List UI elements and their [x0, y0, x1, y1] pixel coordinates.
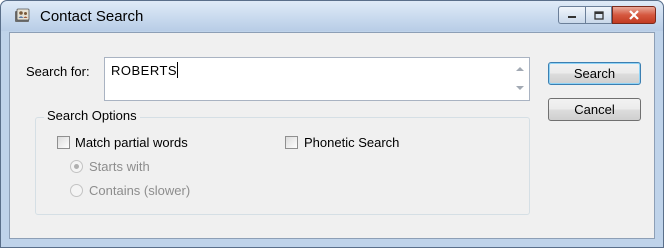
match-partial-words-checkbox[interactable] — [57, 136, 70, 149]
maximize-button[interactable] — [585, 6, 612, 24]
minimize-icon — [568, 16, 576, 18]
contains-slower-label: Contains (slower) — [89, 183, 191, 198]
scroll-up-arrow-icon[interactable] — [516, 67, 524, 71]
text-caret — [177, 62, 178, 78]
starts-with-label: Starts with — [89, 159, 150, 174]
phonetic-search-checkbox[interactable] — [285, 136, 298, 149]
close-icon — [629, 10, 639, 20]
search-for-label: Search for: — [26, 64, 90, 79]
window-controls — [558, 6, 656, 25]
phonetic-search-label[interactable]: Phonetic Search — [304, 135, 399, 150]
match-partial-words-label[interactable]: Match partial words — [75, 135, 188, 150]
search-input[interactable]: ROBERTS — [104, 57, 530, 101]
search-input-value: ROBERTS — [111, 63, 178, 78]
window-title: Contact Search — [40, 8, 144, 25]
search-options-title: Search Options — [44, 108, 140, 123]
starts-with-radio[interactable] — [70, 160, 83, 173]
close-button[interactable] — [612, 6, 656, 24]
contacts-book-icon — [15, 8, 30, 22]
cancel-button[interactable]: Cancel — [548, 98, 641, 121]
scroll-down-arrow-icon[interactable] — [516, 86, 524, 90]
minimize-button[interactable] — [558, 6, 585, 24]
maximize-icon — [593, 10, 604, 20]
contains-slower-radio[interactable] — [70, 184, 83, 197]
search-button[interactable]: Search — [548, 62, 641, 85]
title-bar[interactable]: Contact Search — [1, 1, 663, 31]
